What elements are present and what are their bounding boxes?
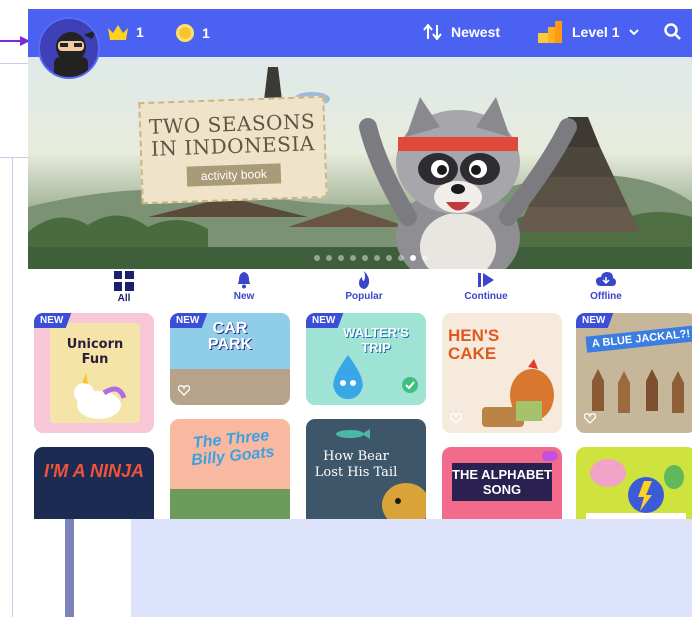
jackals-illustration xyxy=(592,369,684,413)
book-card[interactable]: NEW A BLUE JACKAL?! xyxy=(576,313,692,433)
heart-icon[interactable] xyxy=(450,413,462,424)
frame-line xyxy=(0,63,28,64)
play-icon xyxy=(478,273,494,287)
hen-illustration xyxy=(482,359,554,427)
screen: TWO SEASONS IN INDONESIA activity book 1… xyxy=(0,0,692,617)
sort-icon xyxy=(423,24,442,40)
book-cover xyxy=(170,489,290,519)
heart-icon[interactable] xyxy=(178,385,190,396)
banner-illustration xyxy=(28,67,692,269)
pointer-arrow-icon xyxy=(0,36,30,46)
top-bar: 1 1 Newest Level 1 xyxy=(28,9,692,57)
chevron-down-icon xyxy=(629,28,640,35)
level-selector[interactable]: Level 1 xyxy=(538,21,640,43)
fish-illustration xyxy=(336,429,370,439)
tab-new[interactable]: New xyxy=(204,271,284,302)
tab-label: Offline xyxy=(590,291,622,302)
new-badge: NEW xyxy=(170,313,208,328)
pagination-dot[interactable] xyxy=(350,255,356,261)
left-frame xyxy=(0,0,28,617)
tab-label: New xyxy=(233,291,255,302)
book-grid: NEW Unicorn Fun NEW CAR PARK NEW WALTER'… xyxy=(28,313,692,519)
book-title: Unicorn Fun xyxy=(66,337,124,367)
new-badge: NEW xyxy=(576,313,614,328)
pagination-dot[interactable] xyxy=(386,255,392,261)
pagination-dot[interactable] xyxy=(362,255,368,261)
pagination-dot[interactable] xyxy=(374,255,380,261)
banner-pagination xyxy=(314,255,428,261)
pagination-dot[interactable] xyxy=(338,255,344,261)
category-tabs: All New Popular Continue Offline xyxy=(28,269,692,309)
banner-subtitle: activity book xyxy=(186,163,282,187)
coin-counter: 1 xyxy=(176,24,210,42)
coin-count: 1 xyxy=(202,25,210,41)
banner-book-title-card: TWO SEASONS IN INDONESIA activity book xyxy=(138,95,328,205)
app-window: TWO SEASONS IN INDONESIA activity book 1… xyxy=(28,9,692,519)
book-title: WALTER'S TRIP xyxy=(343,325,409,355)
downloaded-check-icon xyxy=(402,377,418,393)
book-card[interactable] xyxy=(576,447,692,519)
book-cover-illustration xyxy=(586,459,686,519)
pagination-dot[interactable] xyxy=(314,255,320,261)
bell-icon xyxy=(238,272,250,289)
pagination-dot[interactable] xyxy=(410,255,416,261)
book-card[interactable]: How Bear Lost His Tail xyxy=(306,419,426,519)
decorative-panel xyxy=(131,519,692,617)
tab-offline[interactable]: Offline xyxy=(566,271,646,302)
book-title: I'M A NINJA xyxy=(44,461,144,481)
pagination-dot[interactable] xyxy=(398,255,404,261)
book-card[interactable]: HEN'S CAKE xyxy=(442,313,562,433)
tab-label: All xyxy=(117,293,131,304)
book-title: HEN'S CAKE xyxy=(448,326,500,363)
tab-popular[interactable]: Popular xyxy=(324,271,404,302)
grid-icon xyxy=(114,271,134,291)
search-icon[interactable] xyxy=(664,23,682,41)
crown-icon xyxy=(108,25,128,40)
frame-line xyxy=(12,157,13,617)
coin-icon xyxy=(176,24,194,42)
character-icon xyxy=(542,451,558,461)
decorative-bar xyxy=(65,519,74,617)
crown-counter: 1 xyxy=(108,24,144,40)
book-card[interactable]: NEW WALTER'S TRIP xyxy=(306,313,426,405)
pagination-dot[interactable] xyxy=(326,255,332,261)
tab-label: Continue xyxy=(464,291,508,302)
frame-line xyxy=(0,157,28,158)
cloud-download-icon xyxy=(596,272,616,286)
sort-label: Newest xyxy=(451,24,501,40)
book-card[interactable]: The Three Billy Goats xyxy=(170,419,290,519)
flame-icon xyxy=(359,271,370,289)
pagination-dot[interactable] xyxy=(422,255,428,261)
profile-avatar[interactable] xyxy=(38,17,100,79)
sort-button[interactable]: Newest xyxy=(423,24,500,40)
tab-all[interactable]: All xyxy=(84,271,164,304)
heart-icon[interactable] xyxy=(584,413,596,424)
book-title: THE ALPHABET SONG xyxy=(452,463,552,501)
level-label: Level 1 xyxy=(572,24,620,40)
level-steps-icon xyxy=(538,21,562,43)
new-badge: NEW xyxy=(306,313,344,328)
water-drop-illustration xyxy=(333,355,363,399)
new-badge: NEW xyxy=(34,313,72,328)
featured-banner[interactable]: TWO SEASONS IN INDONESIA activity book xyxy=(28,57,692,269)
book-card[interactable]: THE ALPHABET SONG xyxy=(442,447,562,519)
crown-count: 1 xyxy=(136,24,144,40)
book-card[interactable]: NEW CAR PARK xyxy=(170,313,290,405)
book-card[interactable]: I'M A NINJA xyxy=(34,447,154,519)
book-title: How Bear Lost His Tail xyxy=(314,449,398,480)
book-title: A BLUE JACKAL?! xyxy=(585,325,692,353)
unicorn-illustration xyxy=(74,373,127,419)
tab-continue[interactable]: Continue xyxy=(446,271,526,302)
book-title: The Three Billy Goats xyxy=(190,427,276,470)
book-card[interactable]: NEW Unicorn Fun xyxy=(34,313,154,433)
tab-label: Popular xyxy=(345,291,383,302)
banner-title-line-2: IN INDONESIA xyxy=(150,131,316,161)
